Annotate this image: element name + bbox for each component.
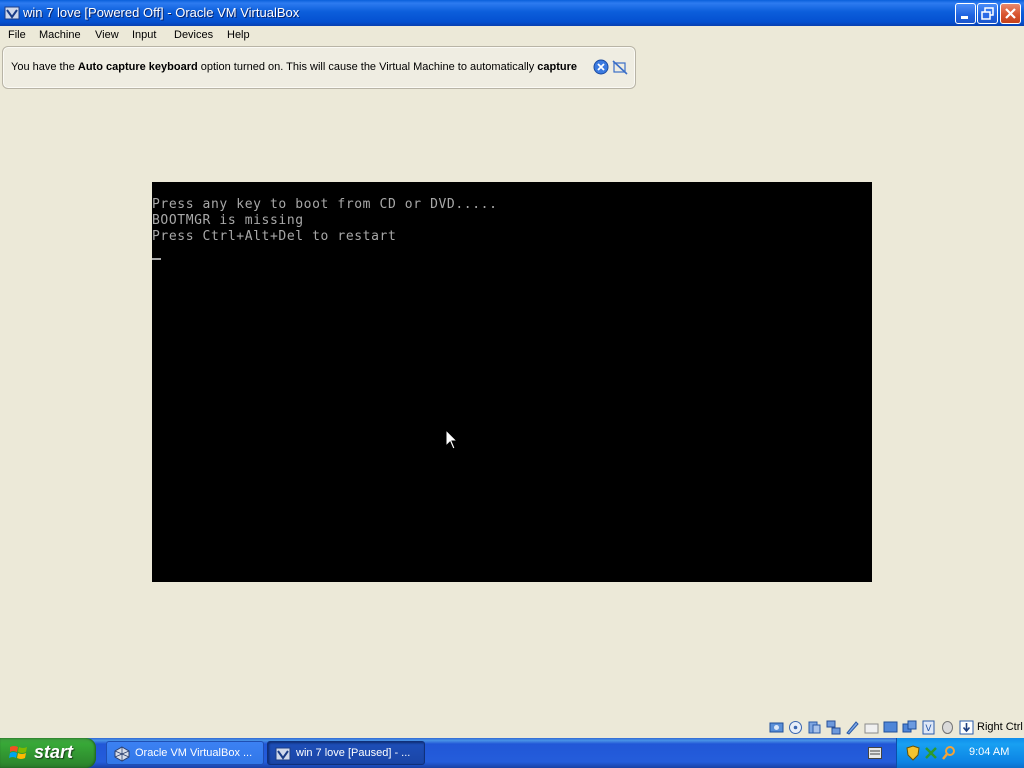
menu-bar: File Machine View Input Devices Help — [0, 26, 1024, 45]
start-label: start — [34, 742, 74, 762]
restore-button[interactable] — [977, 3, 998, 24]
title-bar[interactable]: win 7 love [Powered Off] - Oracle VM Vir… — [0, 0, 1024, 26]
restore-icon — [981, 7, 994, 20]
clock[interactable]: 9:04 AM — [969, 746, 1009, 758]
notification-bold-2: capture — [537, 61, 578, 73]
menu-view[interactable]: View — [95, 29, 119, 41]
start-button[interactable]: start — [0, 738, 96, 768]
do-not-show-again-icon[interactable] — [612, 59, 628, 75]
mouse-pointer-icon — [445, 429, 459, 450]
virtualbox-icon — [114, 746, 130, 762]
network-status-icon[interactable] — [923, 745, 939, 761]
search-icon[interactable] — [941, 745, 957, 761]
window-title: win 7 love [Powered Off] - Oracle VM Vir… — [23, 5, 300, 20]
taskbar-button-vm-window[interactable]: win 7 love [Paused] - ... — [267, 741, 425, 765]
hard-disk-icon[interactable] — [769, 720, 784, 735]
minimize-button[interactable] — [955, 3, 976, 24]
close-button[interactable] — [1000, 3, 1021, 24]
system-tray: 9:04 AM — [896, 738, 1024, 768]
audio-icon[interactable] — [807, 720, 822, 735]
optical-drive-icon[interactable] — [788, 720, 803, 735]
virtualbox-app-icon[interactable] — [4, 5, 20, 21]
windows-flag-icon — [9, 746, 27, 759]
taskbar-button-label: win 7 love [Paused] - ... — [296, 747, 411, 759]
network-icon[interactable] — [826, 720, 841, 735]
menu-machine[interactable]: Machine — [39, 29, 81, 41]
notification-bold-1: Auto capture keyboard — [77, 61, 198, 73]
vm-text-line: Press Ctrl+Alt+Del to restart — [152, 229, 397, 244]
menu-input[interactable]: Input — [132, 29, 156, 41]
notification-text-1: You have the — [11, 61, 78, 73]
auto-capture-notification: You have the Auto capture keyboard optio… — [2, 46, 636, 89]
menu-devices[interactable]: Devices — [174, 29, 213, 41]
text-cursor — [152, 258, 161, 260]
notification-text-2: option turned on. This will cause the Vi… — [197, 61, 538, 73]
minimize-icon — [961, 16, 968, 19]
mouse-integration-icon[interactable] — [940, 720, 955, 735]
menu-file[interactable]: File — [8, 29, 26, 41]
shared-folders-icon[interactable] — [864, 720, 879, 735]
language-bar-icon[interactable] — [868, 747, 882, 759]
vm-text-line: Press any key to boot from CD or DVD....… — [152, 197, 498, 212]
menu-help[interactable]: Help — [227, 29, 250, 41]
display-icon[interactable] — [883, 720, 898, 735]
vm-text-line: BOOTMGR is missing — [152, 213, 304, 228]
security-shield-icon[interactable] — [905, 745, 921, 761]
taskbar-button-virtualbox-manager[interactable]: Oracle VM VirtualBox ... — [106, 741, 264, 765]
keyboard-capture-icon[interactable] — [959, 720, 974, 735]
status-bar: V Right Ctrl — [0, 717, 1024, 738]
close-icon — [1005, 8, 1016, 19]
usb-icon[interactable] — [845, 720, 860, 735]
host-key-label: Right Ctrl — [977, 721, 1023, 733]
svg-text:V: V — [925, 724, 932, 734]
taskbar: start Oracle VM VirtualBox ... win 7 lov… — [0, 738, 1024, 768]
vm-window-icon — [275, 747, 291, 761]
video-capture-icon[interactable] — [902, 720, 917, 735]
taskbar-button-label: Oracle VM VirtualBox ... — [135, 747, 253, 759]
vm-display[interactable]: Press any key to boot from CD or DVD....… — [152, 182, 872, 582]
close-notification-icon[interactable] — [593, 59, 609, 75]
virtualization-icon[interactable]: V — [921, 720, 936, 735]
notification-message: You have the Auto capture keyboard optio… — [11, 61, 577, 73]
